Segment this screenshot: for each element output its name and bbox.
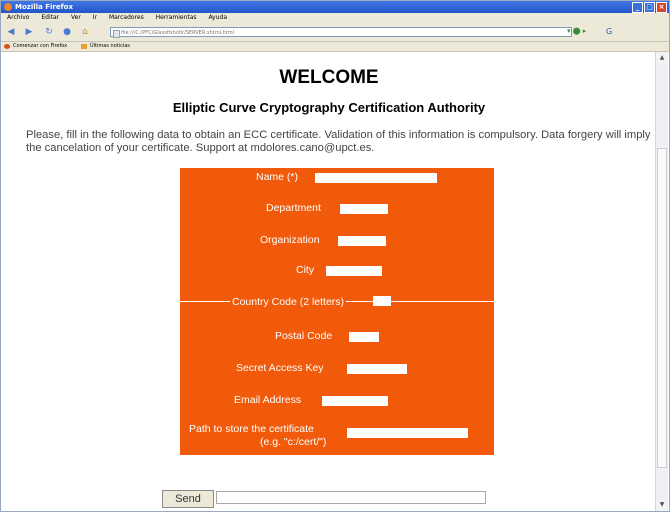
postal-input[interactable] [349, 332, 379, 342]
country-label: Country Code (2 letters) [230, 296, 347, 308]
page-content: WELCOME Elliptic Curve Cryptography Cert… [2, 52, 656, 511]
bookmarks-toolbar: Comenzar con Firefox Últimas noticias [1, 42, 669, 52]
path-example-label: (e.g. "c:/cert/") [260, 436, 327, 448]
send-status-field[interactable] [216, 491, 486, 504]
page-subheading: Elliptic Curve Cryptography Certificatio… [172, 100, 486, 115]
navigation-toolbar: ◀ ▶ ↻ ● ⌂ file:///C:/PFC/Glassfish/dir/S… [1, 23, 669, 42]
bookmark-latest-news[interactable]: Últimas noticias [90, 42, 130, 51]
menu-archivo[interactable]: Archivo [7, 14, 29, 21]
send-button[interactable]: Send [162, 490, 214, 508]
organization-label: Organization [260, 234, 320, 246]
menu-herramientas[interactable]: Herramientas [156, 14, 197, 21]
department-label: Department [266, 202, 321, 214]
menu-editar[interactable]: Editar [41, 14, 59, 21]
firefox-icon [4, 3, 12, 11]
scroll-down-icon[interactable]: ▼ [657, 500, 667, 510]
menu-marcadores[interactable]: Marcadores [109, 14, 144, 21]
back-icon[interactable]: ◀ [5, 26, 17, 38]
maximize-button[interactable]: □ [644, 2, 655, 13]
url-text: file:///C:/PFC/Glassfish/dir/SERVER.xhtm… [121, 30, 235, 36]
title-bar: Mozilla Firefox _ □ × [1, 1, 669, 13]
city-input[interactable] [326, 266, 382, 276]
email-label: Email Address [234, 394, 302, 406]
secret-label: Secret Access Key [236, 362, 324, 374]
scroll-up-icon[interactable]: ▲ [657, 53, 667, 63]
page-icon [113, 30, 120, 38]
country-input[interactable] [373, 296, 391, 306]
menu-ver[interactable]: Ver [71, 14, 81, 21]
menu-bar: Archivo Editar Ver Ir Marcadores Herrami… [1, 13, 669, 23]
browser-window: Mozilla Firefox _ □ × Archivo Editar Ver… [0, 0, 670, 512]
bookmark-firefox-icon [4, 44, 10, 49]
window-title: Mozilla Firefox [15, 3, 73, 11]
department-input[interactable] [340, 204, 388, 214]
city-label: City [296, 264, 315, 276]
home-icon[interactable]: ⌂ [79, 26, 91, 38]
email-input[interactable] [322, 396, 388, 406]
search-engine-icon[interactable]: G [606, 27, 616, 37]
stop-icon[interactable]: ● [61, 26, 73, 38]
bookmark-getting-started[interactable]: Comenzar con Firefox [13, 42, 67, 51]
rss-icon [81, 44, 87, 49]
name-input[interactable] [315, 173, 437, 183]
name-label: Name (*) [256, 171, 299, 183]
secret-input[interactable] [347, 364, 407, 374]
path-input[interactable] [347, 428, 468, 438]
close-button[interactable]: × [656, 2, 667, 13]
intro-paragraph: Please, fill in the following data to ob… [26, 129, 651, 154]
path-label: Path to store the certificate [189, 423, 314, 435]
menu-ayuda[interactable]: Ayuda [208, 14, 227, 21]
reload-icon[interactable]: ↻ [43, 26, 55, 38]
organization-input[interactable] [338, 236, 386, 246]
address-bar[interactable]: file:///C:/PFC/Glassfish/dir/SERVER.xhtm… [110, 27, 572, 38]
postal-label: Postal Code [275, 330, 333, 342]
forward-icon[interactable]: ▶ [23, 26, 35, 38]
menu-ir[interactable]: Ir [93, 14, 97, 21]
scroll-thumb[interactable] [657, 148, 667, 468]
go-button[interactable]: ▾ ⬤ ▸ [567, 27, 586, 35]
vertical-scrollbar[interactable]: ▲ ▼ [655, 52, 668, 511]
page-heading: WELCOME [279, 67, 379, 88]
certificate-form: Name (*) Department Organization City Co… [180, 168, 494, 455]
minimize-button[interactable]: _ [632, 2, 643, 13]
